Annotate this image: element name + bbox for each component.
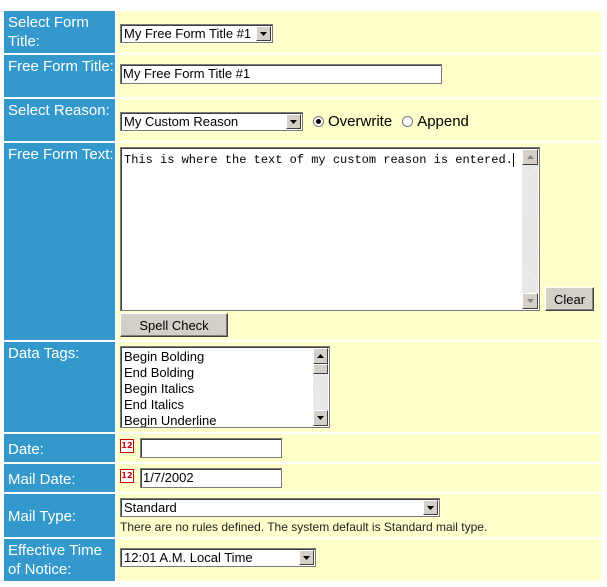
notice-form-table: Select Form Title: My Free Form Title #1… <box>2 9 603 583</box>
data-tag-item[interactable]: Begin Bolding <box>124 349 217 365</box>
scroll-down-arrow-icon[interactable] <box>522 293 538 309</box>
chevron-down-icon[interactable] <box>256 26 271 41</box>
chevron-down-icon[interactable] <box>299 550 314 565</box>
form-title-select-value: My Free Form Title #1 <box>124 26 252 41</box>
effective-time-cell: 12:01 A.M. Local Time <box>117 539 601 581</box>
date-cell: 12 <box>117 434 601 462</box>
form-title-select[interactable]: My Free Form Title #1 <box>120 24 273 43</box>
mail-type-select-value: Standard <box>124 500 177 515</box>
mail-date-cell: 12 1/7/2002 <box>117 464 601 492</box>
scroll-down-arrow-icon[interactable] <box>313 410 328 426</box>
date-input[interactable] <box>140 438 282 458</box>
free-form-text-row: Free Form Text: This is where the text o… <box>4 143 601 340</box>
scrollbar-thumb[interactable] <box>313 364 328 374</box>
select-form-title-label: Select Form Title: <box>4 11 115 53</box>
append-radio-label: Append <box>417 113 469 130</box>
mail-type-cell: Standard There are no rules defined. The… <box>117 494 601 537</box>
effective-time-select-value: 12:01 A.M. Local Time <box>124 550 253 565</box>
reason-select-value: My Custom Reason <box>124 114 239 129</box>
chevron-down-icon[interactable] <box>286 114 301 129</box>
data-tag-item[interactable]: End Italics <box>124 397 217 413</box>
text-cursor <box>512 152 514 167</box>
free-form-title-input[interactable]: My Free Form Title #1 <box>120 64 442 84</box>
select-reason-label: Select Reason: <box>4 99 115 141</box>
scroll-up-arrow-icon[interactable] <box>313 348 328 364</box>
data-tags-listbox[interactable]: Begin Bolding End Bolding Begin Italics … <box>120 346 330 428</box>
free-form-text-cell: This is where the text of my custom reas… <box>117 143 601 340</box>
effective-time-select[interactable]: 12:01 A.M. Local Time <box>120 548 316 567</box>
data-tags-cell: Begin Bolding End Bolding Begin Italics … <box>117 342 601 432</box>
mail-date-label: Mail Date: <box>4 464 115 492</box>
calendar-icon[interactable]: 12 <box>120 469 134 483</box>
mail-type-select[interactable]: Standard <box>120 498 440 517</box>
reason-select[interactable]: My Custom Reason <box>120 112 303 131</box>
select-form-title-row: Select Form Title: My Free Form Title #1 <box>4 11 601 53</box>
free-form-textarea-text: This is where the text of my custom reas… <box>124 153 513 167</box>
data-tag-item[interactable]: Begin Underline <box>124 413 217 427</box>
mail-date-input[interactable]: 1/7/2002 <box>140 468 282 488</box>
date-label: Date: <box>4 434 115 462</box>
select-form-title-cell: My Free Form Title #1 <box>117 11 601 53</box>
free-form-title-row: Free Form Title: My Free Form Title #1 <box>4 55 601 97</box>
free-form-title-label: Free Form Title: <box>4 55 115 97</box>
select-reason-row: Select Reason: My Custom Reason Overwrit… <box>4 99 601 141</box>
data-tags-label: Data Tags: <box>4 342 115 432</box>
mail-type-row: Mail Type: Standard There are no rules d… <box>4 494 601 537</box>
data-tag-item[interactable]: Begin Italics <box>124 381 217 397</box>
select-reason-cell: My Custom Reason Overwrite Append <box>117 99 601 141</box>
data-tag-item[interactable]: End Bolding <box>124 365 217 381</box>
append-radio[interactable]: Append <box>402 113 469 130</box>
textarea-scrollbar[interactable] <box>522 149 538 309</box>
free-form-text-label: Free Form Text: <box>4 143 115 340</box>
date-row: Date: 12 <box>4 434 601 462</box>
clear-button[interactable]: Clear <box>545 287 594 311</box>
calendar-icon[interactable]: 12 <box>120 439 134 453</box>
overwrite-radio-label: Overwrite <box>328 113 393 130</box>
mail-date-row: Mail Date: 12 1/7/2002 <box>4 464 601 492</box>
scroll-up-arrow-icon[interactable] <box>522 149 538 165</box>
mail-type-note: There are no rules defined. The system d… <box>120 520 488 534</box>
overwrite-radio[interactable]: Overwrite <box>313 113 392 130</box>
radio-selected-icon[interactable] <box>313 116 324 127</box>
radio-unselected-icon[interactable] <box>402 116 414 127</box>
chevron-down-icon[interactable] <box>423 500 438 515</box>
mail-type-label: Mail Type: <box>4 494 115 537</box>
data-tags-row: Data Tags: Begin Bolding End Bolding Beg… <box>4 342 601 432</box>
reason-mode-radio-group: Overwrite Append <box>313 113 479 130</box>
effective-time-label: Effective Time of Notice: <box>4 539 115 581</box>
data-tags-scrollbar[interactable] <box>313 348 328 426</box>
free-form-title-cell: My Free Form Title #1 <box>117 55 601 97</box>
spell-check-button[interactable]: Spell Check <box>120 313 228 337</box>
effective-time-row: Effective Time of Notice: 12:01 A.M. Loc… <box>4 539 601 581</box>
free-form-textarea[interactable]: This is where the text of my custom reas… <box>120 147 540 311</box>
